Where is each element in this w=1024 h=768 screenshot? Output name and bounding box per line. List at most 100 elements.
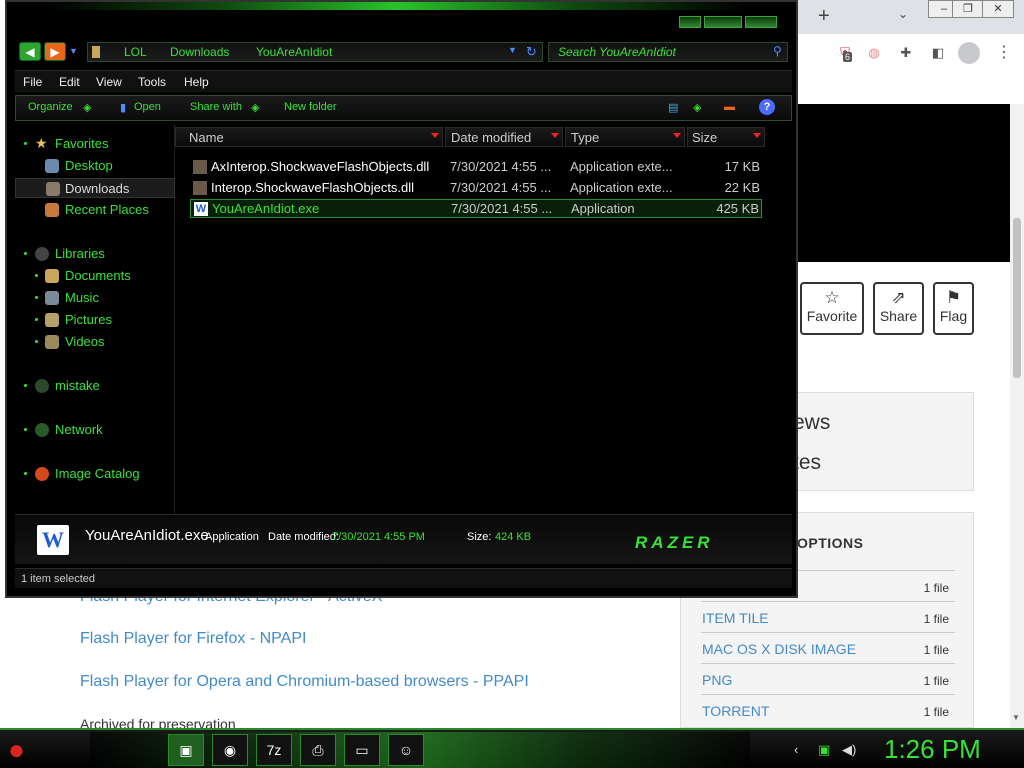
start-button[interactable]: ●: [8, 732, 48, 768]
breadcrumb-youareanidiot[interactable]: YouAreAnIdiot: [256, 45, 332, 59]
taskbar-app-smiley[interactable]: ☺: [388, 734, 424, 766]
taskbar-app-explorer[interactable]: ▣: [168, 734, 204, 766]
close-button[interactable]: ✕: [982, 0, 1014, 18]
menu-view[interactable]: View: [96, 75, 122, 89]
share-with-button[interactable]: Share with: [190, 101, 242, 113]
open-button[interactable]: Open: [134, 101, 161, 113]
view-dropdown-icon[interactable]: ◈: [693, 101, 701, 114]
taskbar-app-network[interactable]: ⎙: [300, 734, 336, 766]
view-options-icon[interactable]: ▤: [668, 101, 678, 114]
expander-icon[interactable]: [35, 340, 38, 343]
tab-search-icon[interactable]: ⌄: [898, 7, 908, 21]
download-option-row[interactable]: ITEM TILE 1 file: [701, 601, 955, 632]
back-button[interactable]: ◀: [19, 42, 41, 61]
side-panel-icon[interactable]: ◧: [929, 44, 947, 62]
sort-dropdown-icon[interactable]: [551, 133, 559, 138]
breadcrumb-downloads[interactable]: Downloads: [170, 45, 229, 59]
recent-pages-icon[interactable]: ▼: [69, 46, 78, 56]
clock[interactable]: 1:26 PM: [884, 734, 981, 765]
breadcrumb-lol[interactable]: LOL: [124, 45, 147, 59]
search-icon[interactable]: ⚲: [773, 44, 782, 58]
file-row[interactable]: AxInterop.ShockwaveFlashObjects.dll 7/30…: [190, 158, 762, 177]
menu-file[interactable]: File: [23, 75, 42, 89]
flag-button[interactable]: ⚑ Flag: [933, 282, 974, 335]
command-bar: Organize ◈ ▮ Open Share with ◈ New folde…: [15, 95, 792, 121]
restore-button[interactable]: ❐: [952, 0, 984, 18]
taskbar-app-chrome[interactable]: ◉: [212, 734, 248, 766]
forward-button[interactable]: ▶: [44, 42, 66, 61]
sidebar-item-favorites[interactable]: ★ Favorites: [15, 134, 175, 154]
volume-icon[interactable]: ◀): [842, 742, 856, 758]
menu-bar: File Edit View Tools Help: [15, 70, 792, 92]
column-header-date[interactable]: Date modified: [445, 127, 563, 147]
scrollbar[interactable]: [1010, 104, 1024, 728]
download-option-type[interactable]: PNG: [702, 672, 732, 688]
refresh-icon[interactable]: ↻: [526, 44, 537, 60]
address-bar[interactable]: LOL Downloads YouAreAnIdiot ▼ ↻: [87, 42, 543, 62]
sidebar-item-recent-places[interactable]: Recent Places: [15, 200, 175, 220]
scroll-down-icon[interactable]: ▼: [1012, 713, 1020, 722]
file-row[interactable]: Interop.ShockwaveFlashObjects.dll 7/30/2…: [190, 179, 762, 198]
sidebar-item-downloads[interactable]: Downloads: [15, 178, 175, 198]
sidebar-item-libraries[interactable]: Libraries: [15, 244, 175, 264]
address-dropdown-icon[interactable]: ▼: [508, 45, 517, 55]
avatar[interactable]: [958, 42, 980, 64]
puzzle-icon[interactable]: ✚: [897, 44, 915, 62]
search-input[interactable]: Search YouAreAnIdiot ⚲: [548, 42, 788, 62]
download-option-row[interactable]: PNG 1 file: [701, 663, 955, 694]
monitor-icon[interactable]: ▣: [818, 742, 830, 758]
download-option-type[interactable]: TORRENT: [702, 703, 769, 719]
minimize-window-button[interactable]: [679, 16, 701, 28]
views-text: ews: [793, 411, 831, 434]
sidebar-item-pictures[interactable]: Pictures: [15, 310, 175, 330]
network-icon: ⎙: [312, 742, 324, 758]
column-header-name[interactable]: Name: [175, 127, 443, 147]
download-option-row[interactable]: MAC OS X DISK IMAGE 1 file: [701, 632, 955, 663]
maximize-window-button[interactable]: [704, 16, 742, 28]
share-dropdown-icon[interactable]: ◈: [251, 101, 259, 114]
download-option-type[interactable]: MAC OS X DISK IMAGE: [702, 641, 856, 657]
sidebar-item-mistake[interactable]: mistake: [15, 376, 175, 396]
column-header-size[interactable]: Size: [687, 127, 765, 147]
sidebar-item-desktop[interactable]: Desktop: [15, 156, 175, 176]
download-option-type[interactable]: ITEM TILE: [702, 610, 769, 626]
sidebar-item-documents[interactable]: Documents: [15, 266, 175, 286]
help-icon[interactable]: ?: [759, 99, 775, 115]
expander-icon[interactable]: [35, 274, 38, 277]
taskbar-app-7zip[interactable]: 7z: [256, 734, 292, 766]
expander-icon[interactable]: [35, 296, 38, 299]
sidebar-item-music[interactable]: Music: [15, 288, 175, 308]
kebab-menu-icon[interactable]: ⋮: [996, 42, 1012, 62]
download-option-row[interactable]: TORRENT 1 file: [701, 694, 955, 725]
open-file-icon: ▮: [120, 102, 127, 114]
details-file-name: YouAreAnIdiot.exe: [85, 527, 209, 544]
file-date: 7/30/2021 4:55 ...: [450, 180, 552, 195]
tray-arrow-icon[interactable]: ‹: [794, 742, 798, 757]
share-button[interactable]: ⇗ Share: [873, 282, 924, 335]
file-row[interactable]: W YouAreAnIdiot.exe 7/30/2021 4:55 ... A…: [190, 199, 762, 218]
favorite-button[interactable]: ☆ Favorite: [800, 282, 864, 335]
scrollbar-thumb[interactable]: [1013, 218, 1021, 378]
sort-dropdown-icon[interactable]: [431, 133, 439, 138]
new-folder-button[interactable]: New folder: [284, 101, 337, 113]
sidebar-item-videos[interactable]: Videos: [15, 332, 175, 352]
column-header-type[interactable]: Type: [565, 127, 685, 147]
sort-dropdown-icon[interactable]: [673, 133, 681, 138]
preview-pane-icon[interactable]: ▬: [724, 101, 735, 113]
exe-icon: W: [194, 202, 208, 216]
organize-button[interactable]: Organize: [28, 101, 73, 113]
sidebar-item-image-catalog[interactable]: Image Catalog: [15, 464, 175, 484]
close-window-button[interactable]: [745, 16, 777, 28]
menu-help[interactable]: Help: [184, 75, 209, 89]
flash-chromium-link[interactable]: Flash Player for Opera and Chromium-base…: [80, 673, 529, 691]
menu-edit[interactable]: Edit: [59, 75, 80, 89]
organize-dropdown-icon[interactable]: ◈: [83, 101, 91, 114]
sidebar-item-network[interactable]: Network: [15, 420, 175, 440]
flag-extension-icon[interactable]: ◍: [865, 44, 883, 62]
sort-dropdown-icon[interactable]: [753, 133, 761, 138]
new-tab-button[interactable]: +: [818, 5, 830, 28]
flash-firefox-link[interactable]: Flash Player for Firefox - NPAPI: [80, 630, 306, 648]
taskbar-app-window[interactable]: ▭: [344, 734, 380, 766]
menu-tools[interactable]: Tools: [138, 75, 166, 89]
expander-icon[interactable]: [35, 318, 38, 321]
